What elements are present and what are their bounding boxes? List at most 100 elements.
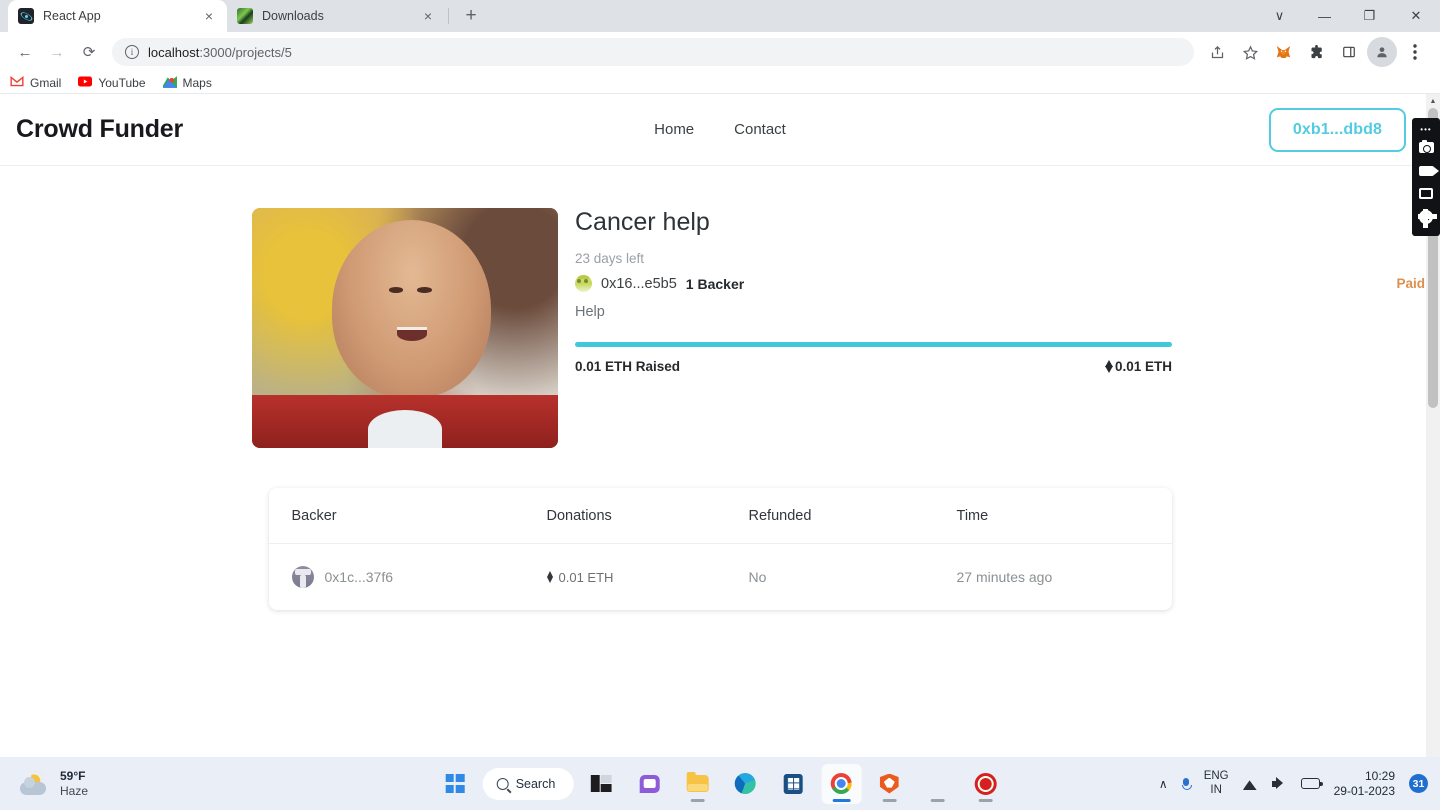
table-head: Backer Donations Refunded Time — [268, 488, 1172, 544]
video-icon[interactable] — [1412, 159, 1440, 182]
settings-gear-icon[interactable] — [1412, 205, 1440, 228]
chat-icon — [639, 774, 660, 793]
unknown-app-button[interactable] — [917, 764, 957, 804]
close-icon[interactable]: × — [201, 9, 217, 23]
column-header-donations: Donations — [546, 508, 612, 524]
start-button[interactable] — [435, 764, 475, 804]
recorder-drag-handle[interactable]: ••• — [1415, 122, 1437, 136]
react-icon — [18, 8, 34, 24]
funding-progress-fill — [575, 342, 1172, 347]
address-bar[interactable]: i localhost:3000/projects/5 — [112, 38, 1194, 66]
show-hidden-icons-chevron-icon[interactable]: ∧ — [1159, 777, 1168, 791]
close-window-icon[interactable]: ✕ — [1392, 0, 1440, 32]
language-line-1: ENG — [1203, 769, 1229, 782]
amount-raised-label: 0.01 ETH Raised — [575, 359, 681, 374]
funding-target-amount: 0.01 ETH — [1114, 359, 1172, 374]
clock[interactable]: 10:29 29-01-2023 — [1334, 769, 1395, 799]
project-owner-address: 0x16...e5b5 — [601, 275, 677, 292]
browser-tab-react-app[interactable]: React App × — [8, 0, 227, 32]
chat-button[interactable] — [629, 764, 669, 804]
haze-weather-icon — [20, 768, 50, 797]
microphone-icon[interactable] — [1181, 777, 1192, 790]
weather-temperature: 59°F — [60, 768, 86, 783]
minimize-icon[interactable]: — — [1302, 0, 1347, 32]
tab-title: Downloads — [262, 9, 324, 23]
cell-backer: 0x1c...37f6 — [269, 544, 547, 611]
bookmark-label: YouTube — [98, 75, 146, 90]
site-info-icon[interactable]: i — [125, 45, 139, 59]
record-icon — [974, 772, 997, 795]
battery-icon[interactable] — [1300, 778, 1323, 789]
language-line-2: IN — [1210, 783, 1222, 796]
share-icon[interactable] — [1202, 37, 1232, 67]
file-explorer-button[interactable] — [677, 764, 717, 804]
table-row[interactable]: 0x1c...37f6 0.01 ETH No 27 minutes ago — [269, 544, 1172, 611]
window-icon[interactable] — [1412, 182, 1440, 205]
screen-recorder-button[interactable] — [965, 764, 1005, 804]
chrome-button[interactable] — [821, 763, 862, 804]
side-panel-icon[interactable] — [1334, 37, 1364, 67]
bookmark-youtube[interactable]: YouTube — [78, 75, 146, 90]
cell-refunded: No — [748, 569, 767, 585]
notification-badge[interactable]: 31 — [1409, 774, 1428, 793]
taskbar-search[interactable]: Search — [482, 767, 574, 800]
extensions-icon[interactable] — [1301, 37, 1331, 67]
url-path: :3000/projects/5 — [199, 44, 292, 60]
status-badge: Paid — [1396, 276, 1425, 291]
ethereum-icon — [546, 571, 554, 583]
tab-separator — [448, 8, 449, 24]
table-body: 0x1c...37f6 0.01 ETH No 27 minutes ago — [269, 544, 1172, 611]
browser-tab-downloads[interactable]: Downloads × — [227, 0, 446, 32]
bookmark-maps[interactable]: Maps — [162, 75, 212, 90]
bookmark-gmail[interactable]: Gmail — [10, 75, 62, 90]
project-image — [252, 208, 558, 448]
project-days-left: 23 days left — [575, 251, 645, 266]
clock-time: 10:29 — [1364, 768, 1395, 783]
metamask-icon[interactable] — [1268, 37, 1298, 67]
chrome-menu-icon[interactable] — [1400, 37, 1430, 67]
wifi-icon[interactable] — [1243, 777, 1258, 790]
project-owner-row: 0x16...e5b5 1 Backer Paid — [575, 275, 1425, 292]
camera-icon[interactable] — [1412, 136, 1440, 159]
wallet-address-button[interactable]: 0xb1...dbd8 — [1268, 107, 1406, 152]
microsoft-store-button[interactable] — [773, 764, 813, 804]
edge-button[interactable] — [725, 764, 765, 804]
nav-link-home[interactable]: Home — [654, 121, 694, 138]
weather-condition: Haze — [60, 783, 89, 798]
backers-table: Backer Donations Refunded Time 0x1c...37… — [268, 488, 1172, 611]
bookmark-label: Maps — [182, 75, 212, 90]
project-title: Cancer help — [575, 208, 710, 236]
forward-icon[interactable]: → — [42, 37, 72, 67]
task-view-button[interactable] — [581, 764, 621, 804]
scroll-up-arrow-icon[interactable]: ▲ — [1426, 94, 1440, 108]
search-icon — [496, 777, 509, 790]
minimize-all-icon[interactable]: ∨ — [1257, 0, 1302, 32]
bookmark-star-icon[interactable] — [1235, 37, 1265, 67]
edge-icon — [734, 773, 756, 794]
folder-icon — [686, 772, 709, 792]
store-icon — [783, 773, 803, 794]
project-image-subject — [331, 220, 491, 398]
profile-avatar[interactable] — [1367, 37, 1397, 67]
nav-link-contact[interactable]: Contact — [734, 121, 786, 138]
weather-widget[interactable]: 59°F Haze — [20, 769, 88, 799]
bookmark-label: Gmail — [30, 75, 62, 90]
windows-logo-icon — [445, 774, 465, 793]
volume-icon[interactable] — [1271, 777, 1287, 790]
owner-identicon-icon — [575, 275, 592, 292]
cell-donation: 0.01 ETH — [546, 544, 749, 611]
search-label: Search — [515, 776, 556, 791]
back-icon[interactable]: ← — [10, 37, 40, 67]
table-header-row: Backer Donations Refunded Time — [268, 488, 1172, 544]
new-tab-button[interactable]: + — [457, 2, 485, 30]
reload-icon[interactable]: ⟳ — [74, 37, 104, 67]
brave-button[interactable] — [869, 764, 909, 804]
maximize-icon[interactable]: ❐ — [1347, 0, 1392, 32]
funding-target: 0.01 ETH — [1104, 359, 1172, 374]
close-icon[interactable]: × — [420, 9, 436, 23]
funding-progress-bar — [575, 342, 1172, 347]
subject-mask — [368, 409, 442, 448]
tab-strip: React App × Downloads × + ∨ — ❐ ✕ — [0, 0, 1440, 32]
url-host: localhost — [148, 44, 200, 60]
language-indicator[interactable]: ENG IN — [1204, 770, 1229, 798]
